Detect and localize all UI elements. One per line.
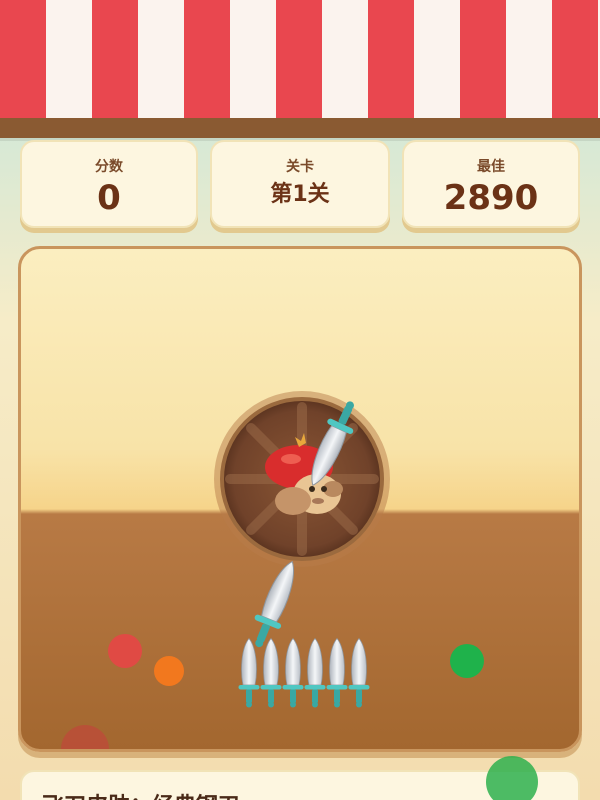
game-board[interactable] — [18, 246, 582, 752]
best-value: 2890 — [443, 178, 539, 218]
knife-queue — [238, 638, 370, 708]
skin-info-text: 飞刀皮肤：经典钢刃 — [42, 788, 240, 800]
awning-decoration — [0, 0, 600, 118]
best-card: 最佳 2890 — [402, 140, 580, 228]
red-fruit-dot — [108, 634, 142, 668]
dark-red-fruit-dot — [61, 725, 109, 749]
level-card: 关卡 第1关 — [210, 140, 390, 228]
level-value: 第1关 — [270, 182, 330, 207]
orange-fruit-dot — [154, 656, 184, 686]
score-label: 分数 — [95, 159, 123, 175]
score-value: 0 — [97, 178, 121, 218]
best-label: 最佳 — [477, 159, 505, 175]
green-fruit-dot — [450, 644, 484, 678]
flying-knife — [244, 555, 306, 653]
awning-rail — [0, 118, 600, 138]
green-fruit-bottom — [486, 756, 538, 800]
level-label: 关卡 — [286, 159, 314, 175]
game-canvas[interactable] — [21, 249, 582, 752]
score-card: 分数 0 — [20, 140, 198, 228]
